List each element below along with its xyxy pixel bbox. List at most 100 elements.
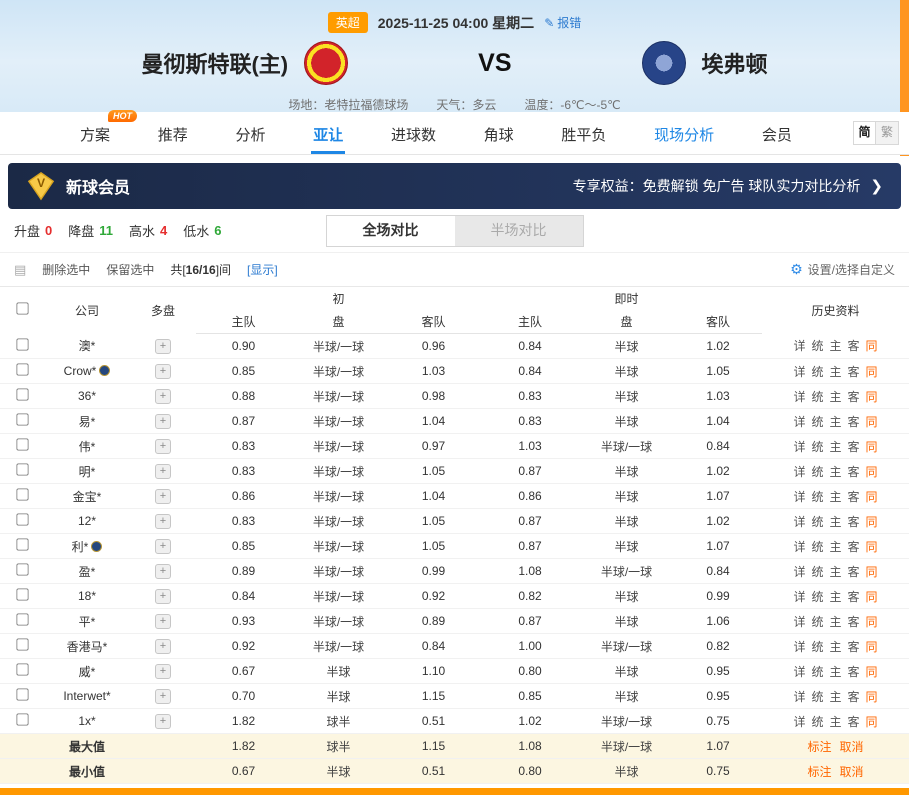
row-checkbox[interactable] bbox=[16, 513, 28, 525]
nav-tab-7[interactable]: 胜平负 bbox=[559, 113, 608, 154]
filter-low-water[interactable]: 低水 6 bbox=[183, 221, 221, 240]
history-link-detail[interactable]: 详 bbox=[793, 565, 805, 579]
row-checkbox[interactable] bbox=[16, 613, 28, 625]
cancel-link[interactable]: 取消 bbox=[840, 765, 864, 779]
history-link-away[interactable]: 客 bbox=[848, 515, 860, 529]
row-checkbox[interactable] bbox=[16, 588, 28, 600]
history-link-away[interactable]: 客 bbox=[848, 665, 860, 679]
history-link-detail[interactable]: 详 bbox=[793, 490, 805, 504]
history-link-away[interactable]: 客 bbox=[848, 339, 860, 353]
history-link-away[interactable]: 客 bbox=[848, 590, 860, 604]
multi-odds-button[interactable]: + bbox=[155, 414, 171, 429]
history-link-away[interactable]: 客 bbox=[848, 390, 860, 404]
promo-benefits-link[interactable]: 专享权益：免费解锁 免广告 球队实力对比分析 ❯ bbox=[573, 176, 883, 196]
history-link-stats[interactable]: 统 bbox=[811, 490, 823, 504]
history-link-detail[interactable]: 详 bbox=[793, 640, 805, 654]
nav-tab-8[interactable]: 现场分析 bbox=[652, 113, 716, 154]
multi-odds-button[interactable]: + bbox=[155, 339, 171, 354]
row-checkbox[interactable] bbox=[16, 538, 28, 550]
history-link-same[interactable]: 同 bbox=[866, 715, 878, 729]
history-link-detail[interactable]: 详 bbox=[793, 415, 805, 429]
history-link-away[interactable]: 客 bbox=[848, 690, 860, 704]
history-link-home[interactable]: 主 bbox=[829, 339, 841, 353]
history-link-home[interactable]: 主 bbox=[829, 490, 841, 504]
row-checkbox[interactable] bbox=[16, 563, 28, 575]
lang-traditional-button[interactable]: 繁 bbox=[876, 122, 898, 144]
history-link-detail[interactable]: 详 bbox=[793, 515, 805, 529]
multi-odds-button[interactable]: + bbox=[155, 439, 171, 454]
history-link-same[interactable]: 同 bbox=[866, 515, 878, 529]
report-error-link[interactable]: ✎ 报错 bbox=[544, 14, 581, 31]
row-checkbox[interactable] bbox=[16, 438, 28, 450]
filter-high-water[interactable]: 高水 4 bbox=[129, 221, 167, 240]
history-link-home[interactable]: 主 bbox=[829, 565, 841, 579]
history-link-away[interactable]: 客 bbox=[848, 465, 860, 479]
history-link-same[interactable]: 同 bbox=[866, 490, 878, 504]
row-checkbox[interactable] bbox=[16, 638, 28, 650]
history-link-same[interactable]: 同 bbox=[866, 339, 878, 353]
history-link-detail[interactable]: 详 bbox=[793, 465, 805, 479]
history-link-away[interactable]: 客 bbox=[848, 615, 860, 629]
multi-odds-button[interactable]: + bbox=[155, 614, 171, 629]
lang-simplified-button[interactable]: 简 bbox=[854, 122, 876, 144]
history-link-same[interactable]: 同 bbox=[866, 590, 878, 604]
history-link-home[interactable]: 主 bbox=[829, 640, 841, 654]
history-link-stats[interactable]: 统 bbox=[811, 715, 823, 729]
history-link-same[interactable]: 同 bbox=[866, 615, 878, 629]
multi-odds-button[interactable]: + bbox=[155, 539, 171, 554]
history-link-away[interactable]: 客 bbox=[848, 365, 860, 379]
history-link-home[interactable]: 主 bbox=[829, 365, 841, 379]
history-link-detail[interactable]: 详 bbox=[793, 590, 805, 604]
history-link-detail[interactable]: 详 bbox=[793, 715, 805, 729]
row-checkbox[interactable] bbox=[16, 488, 28, 500]
multi-odds-button[interactable]: + bbox=[155, 664, 171, 679]
history-link-stats[interactable]: 统 bbox=[811, 540, 823, 554]
history-link-home[interactable]: 主 bbox=[829, 515, 841, 529]
history-link-detail[interactable]: 详 bbox=[793, 339, 805, 353]
multi-odds-button[interactable]: + bbox=[155, 564, 171, 579]
history-link-detail[interactable]: 详 bbox=[793, 690, 805, 704]
history-link-away[interactable]: 客 bbox=[848, 640, 860, 654]
multi-odds-button[interactable]: + bbox=[155, 364, 171, 379]
mark-link[interactable]: 标注 bbox=[807, 740, 831, 754]
full-match-compare-button[interactable]: 全场对比 bbox=[327, 216, 455, 246]
history-link-away[interactable]: 客 bbox=[848, 715, 860, 729]
history-link-home[interactable]: 主 bbox=[829, 415, 841, 429]
show-link[interactable]: [显示] bbox=[247, 261, 278, 278]
history-link-away[interactable]: 客 bbox=[848, 415, 860, 429]
multi-odds-button[interactable]: + bbox=[155, 689, 171, 704]
history-link-away[interactable]: 客 bbox=[848, 440, 860, 454]
history-link-stats[interactable]: 统 bbox=[811, 465, 823, 479]
row-checkbox[interactable] bbox=[16, 363, 28, 375]
filter-down[interactable]: 降盘 11 bbox=[68, 221, 113, 240]
nav-tab-5[interactable]: 进球数 bbox=[389, 113, 438, 154]
history-link-stats[interactable]: 统 bbox=[811, 565, 823, 579]
history-link-same[interactable]: 同 bbox=[866, 415, 878, 429]
row-checkbox[interactable] bbox=[16, 413, 28, 425]
nav-tab-6[interactable]: 角球 bbox=[482, 113, 516, 154]
history-link-home[interactable]: 主 bbox=[829, 465, 841, 479]
history-link-stats[interactable]: 统 bbox=[811, 515, 823, 529]
delete-selected-button[interactable]: 删除选中 bbox=[42, 261, 90, 278]
nav-tab-9[interactable]: 会员 bbox=[760, 113, 794, 154]
keep-selected-button[interactable]: 保留选中 bbox=[106, 261, 154, 278]
multi-odds-button[interactable]: + bbox=[155, 514, 171, 529]
history-link-detail[interactable]: 详 bbox=[793, 615, 805, 629]
history-link-stats[interactable]: 统 bbox=[811, 615, 823, 629]
row-checkbox[interactable] bbox=[16, 688, 28, 700]
history-link-home[interactable]: 主 bbox=[829, 715, 841, 729]
history-link-same[interactable]: 同 bbox=[866, 565, 878, 579]
nav-tab-4[interactable]: 亚让 bbox=[311, 113, 345, 154]
history-link-detail[interactable]: 详 bbox=[793, 540, 805, 554]
nav-tab-3[interactable]: 分析 bbox=[233, 113, 267, 154]
multi-odds-button[interactable]: + bbox=[155, 464, 171, 479]
nav-tab-1[interactable]: 方案HOT bbox=[78, 113, 112, 154]
cancel-link[interactable]: 取消 bbox=[840, 740, 864, 754]
history-link-home[interactable]: 主 bbox=[829, 540, 841, 554]
multi-odds-button[interactable]: + bbox=[155, 714, 171, 729]
history-link-stats[interactable]: 统 bbox=[811, 339, 823, 353]
row-checkbox[interactable] bbox=[16, 713, 28, 725]
history-link-away[interactable]: 客 bbox=[848, 540, 860, 554]
history-link-same[interactable]: 同 bbox=[866, 465, 878, 479]
history-link-home[interactable]: 主 bbox=[829, 390, 841, 404]
